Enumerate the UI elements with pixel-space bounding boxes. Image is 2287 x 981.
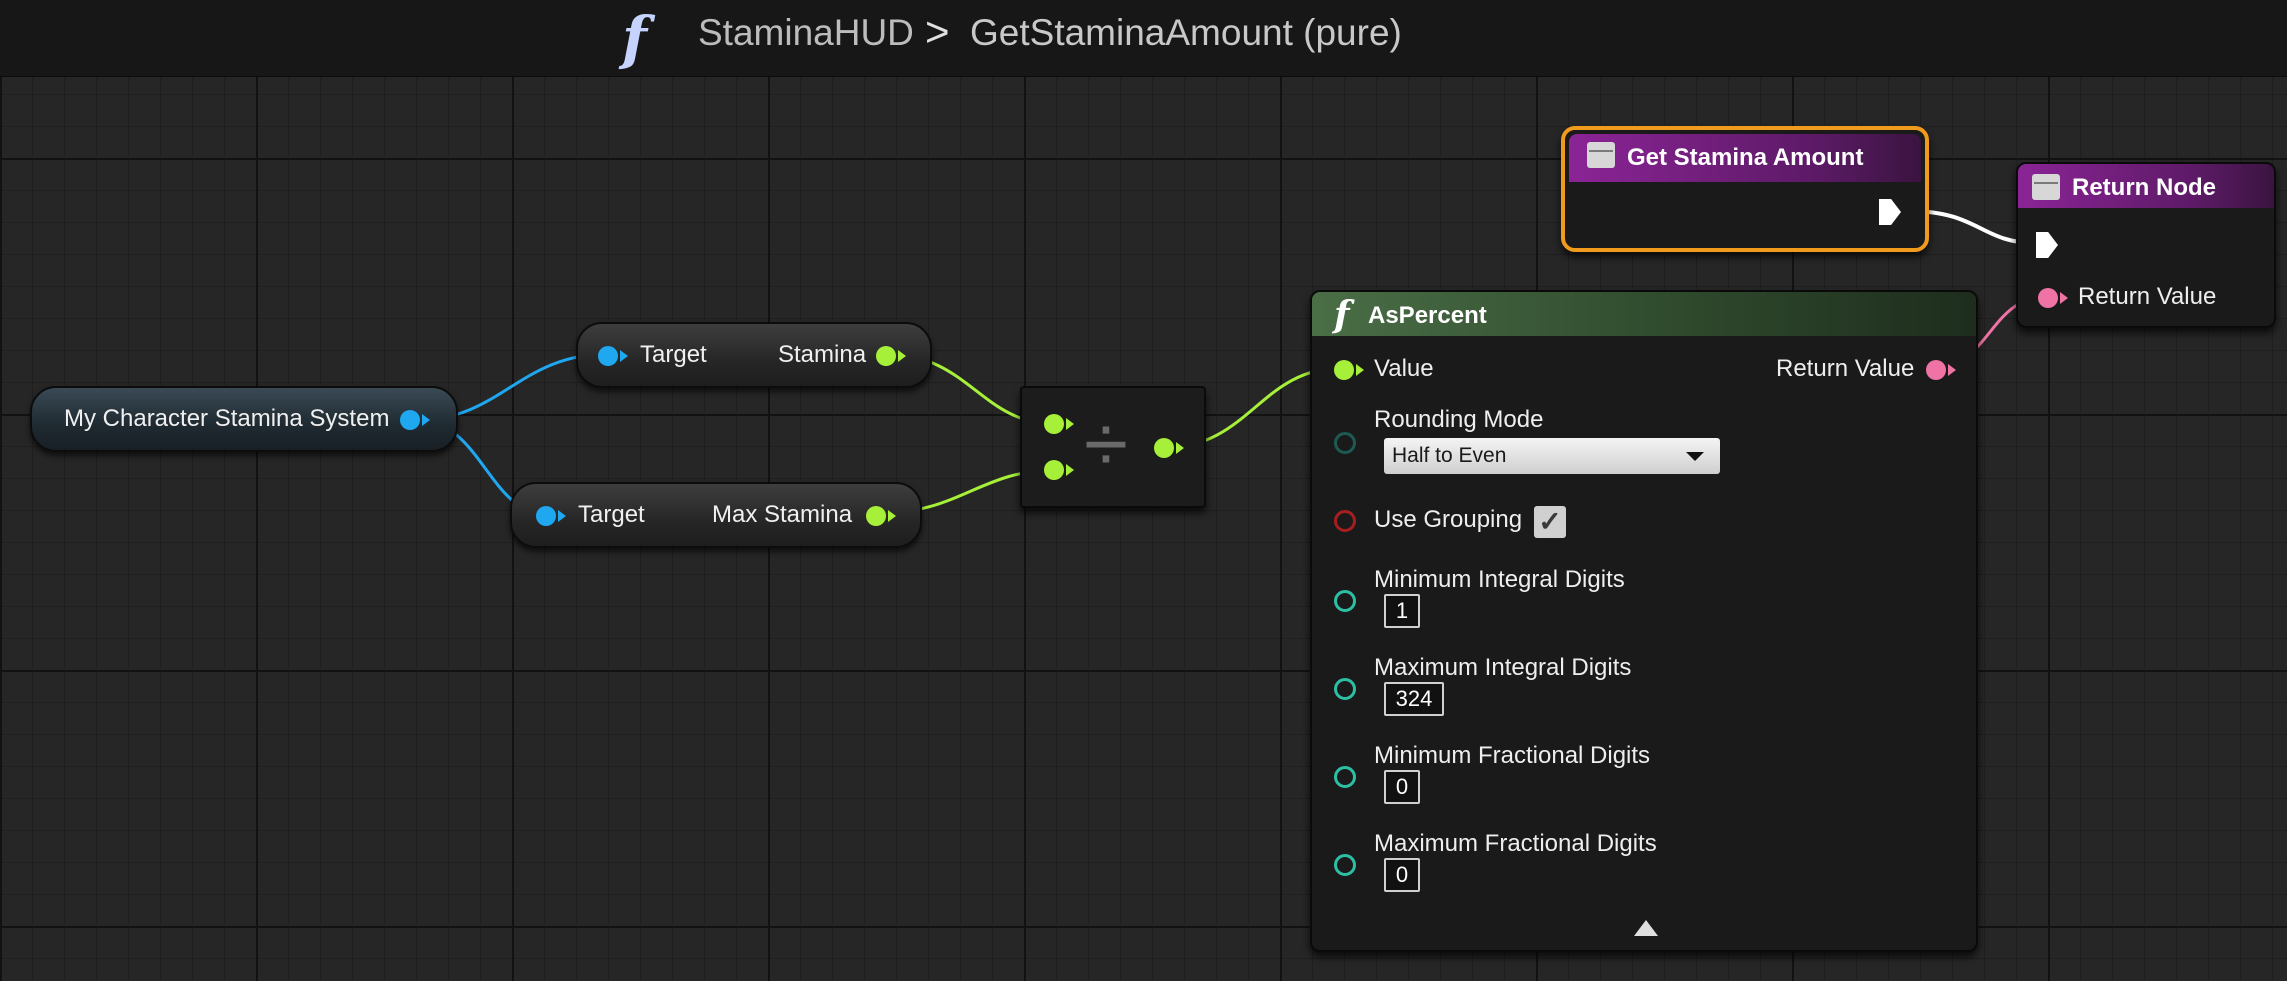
rounding-mode-value: Half to Even (1392, 444, 1507, 467)
as-percent-title: AsPercent (1368, 302, 1487, 329)
max-integral-digits-label: Maximum Integral Digits (1374, 654, 1632, 681)
min-fractional-digits-pin[interactable] (1334, 766, 1356, 788)
min-integral-digits-input[interactable]: 1 (1384, 594, 1420, 628)
stamina-system-label: My Character Stamina System (64, 405, 390, 432)
pin-arrow-icon (1176, 442, 1184, 454)
max-fractional-digits-pin[interactable] (1334, 854, 1356, 876)
get-max-stamina-target-label: Target (578, 501, 645, 528)
use-grouping-checkbox[interactable]: ✓ (1534, 506, 1566, 538)
divide-input-b-pin[interactable] (1044, 460, 1064, 480)
value-in-pin[interactable] (1334, 360, 1354, 380)
pin-arrow-icon (2060, 292, 2068, 304)
pin-arrow-icon (1066, 418, 1074, 430)
min-integral-digits-pin[interactable] (1334, 590, 1356, 612)
get-stamina-target-pin[interactable] (598, 346, 618, 366)
get-stamina-output-pin[interactable] (876, 346, 896, 366)
stamina-system-out-pin[interactable] (400, 410, 420, 430)
max-integral-digits-input[interactable]: 324 (1384, 682, 1444, 716)
collapse-advanced-icon[interactable] (1634, 920, 1658, 936)
entry-title: Get Stamina Amount (1627, 144, 1864, 171)
stamina-system-node[interactable]: My Character Stamina System (30, 386, 458, 452)
divide-output-pin[interactable] (1154, 438, 1174, 458)
pin-arrow-icon (558, 510, 566, 522)
pin-arrow-icon (1948, 364, 1956, 376)
pin-arrow-icon (620, 350, 628, 362)
get-stamina-output-label: Stamina (778, 341, 867, 368)
get-max-stamina-output-pin[interactable] (866, 506, 886, 526)
pin-arrow-icon (888, 510, 896, 522)
return-node-icon (2032, 174, 2060, 200)
pin-arrow-icon (898, 350, 906, 362)
get-max-stamina-output-label: Max Stamina (712, 501, 853, 528)
function-entry-node[interactable]: Get Stamina Amount (1561, 126, 1929, 252)
min-fractional-digits-label: Minimum Fractional Digits (1374, 742, 1651, 769)
rounding-mode-pin[interactable] (1334, 432, 1356, 454)
max-integral-digits-pin[interactable] (1334, 678, 1356, 700)
value-label: Value (1374, 355, 1434, 382)
return-value-out-pin[interactable] (1926, 360, 1946, 380)
rounding-mode-label: Rounding Mode (1374, 406, 1544, 433)
return-value-out-label: Return Value (1776, 355, 1915, 382)
pin-arrow-icon (1356, 364, 1364, 376)
as-percent-node[interactable]: f AsPercent Value Return Value Rounding … (1310, 290, 1978, 952)
min-integral-digits-label: Minimum Integral Digits (1374, 566, 1625, 593)
entry-exec-out-pin[interactable] (1879, 199, 1901, 225)
min-fractional-digits-input[interactable]: 0 (1384, 770, 1420, 804)
pin-arrow-icon (422, 414, 430, 426)
get-max-stamina-target-pin[interactable] (536, 506, 556, 526)
return-title: Return Node (2072, 174, 2216, 201)
function-entry-icon (1587, 142, 1615, 168)
return-value-label: Return Value (2078, 283, 2217, 310)
get-stamina-node[interactable]: Target Stamina (576, 322, 932, 388)
get-max-stamina-node[interactable]: Target Max Stamina (510, 482, 922, 548)
return-value-in-pin[interactable] (2038, 288, 2058, 308)
return-node[interactable]: Return Node Return Value (2016, 162, 2276, 328)
get-stamina-target-label: Target (640, 341, 707, 368)
as-percent-function-icon: f (1334, 294, 1350, 336)
divide-node[interactable]: ÷ (1020, 386, 1206, 508)
use-grouping-label: Use Grouping (1374, 506, 1523, 533)
rounding-mode-dropdown[interactable]: Half to Even (1384, 438, 1720, 474)
chevron-down-icon (1686, 452, 1704, 461)
divide-input-a-pin[interactable] (1044, 414, 1064, 434)
divide-operator-icon: ÷ (1084, 399, 1128, 488)
max-fractional-digits-input[interactable]: 0 (1384, 858, 1420, 892)
return-exec-in-pin[interactable] (2036, 232, 2058, 258)
use-grouping-pin[interactable] (1334, 510, 1356, 532)
pin-arrow-icon (1066, 464, 1074, 476)
max-fractional-digits-label: Maximum Fractional Digits (1374, 830, 1657, 857)
